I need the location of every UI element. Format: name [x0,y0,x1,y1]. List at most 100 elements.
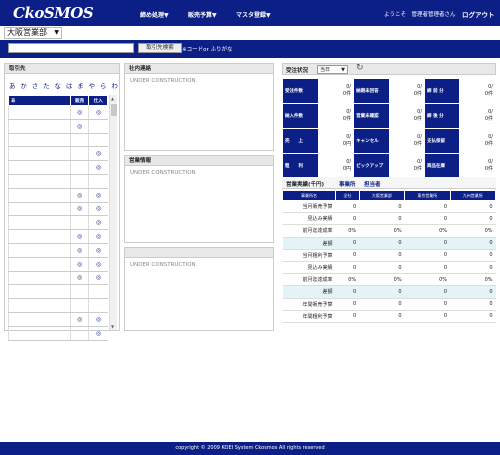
menu-sales-budget[interactable]: 販売予算▼ [188,10,217,19]
office-select[interactable]: 大阪営業部 ▼ [4,27,62,39]
client-row[interactable] [8,133,108,148]
sales-cell: 0 [404,298,451,311]
client-row[interactable]: ◎ ◎ [8,257,108,272]
order-stat-value[interactable]: 0/ 0件 [390,104,425,128]
kana-ta[interactable]: た [43,82,51,90]
kana-ya[interactable]: や [89,82,97,90]
client-search-button[interactable]: 取引先検索 [138,43,182,53]
client-buy-mark [88,119,108,134]
client-name[interactable] [8,188,71,203]
sales-cell: 0 [450,285,496,299]
scroll-down-icon[interactable]: ▼ [111,324,114,329]
period-select[interactable]: 当日 ▼ [317,65,348,74]
tab-sales-results[interactable]: 営業実績(千円) [286,180,324,188]
client-row[interactable]: ◎ ◎ [8,229,108,244]
sales-cell: 0 [359,261,405,275]
sales-cell: 0 [450,212,496,226]
client-name[interactable] [8,119,71,134]
client-name[interactable] [8,202,71,217]
kana-wa[interactable]: わ [111,82,119,90]
kana-na[interactable]: な [55,82,63,90]
order-stat-value[interactable]: 0/ 0件 [460,79,495,103]
client-name[interactable] [8,229,71,244]
kana-sa[interactable]: さ [32,82,40,90]
client-name[interactable] [8,215,71,231]
order-stat-label: 納期未回答 [354,79,389,103]
client-name[interactable] [8,146,71,162]
client-row[interactable] [8,284,108,300]
kana-ra[interactable]: ら [100,82,108,90]
order-stat-value[interactable]: 0/ 0件 [390,79,425,103]
order-stat-value[interactable]: 0/ 0件 [460,129,495,153]
client-row[interactable] [8,174,108,189]
logout-link[interactable]: ログアウト [462,9,495,19]
client-row[interactable] [8,298,108,313]
client-name[interactable] [8,284,71,300]
client-search-input[interactable] [8,43,134,53]
order-stat-value[interactable]: 0/ 0円 [319,154,354,178]
client-row[interactable]: ◎ [8,119,108,134]
clients-scrollbar[interactable]: ▲ ▼ [109,95,117,330]
sales-cell: 0% [450,273,496,287]
client-buy-mark: ◎ [88,105,108,120]
client-name[interactable] [8,271,71,286]
bottom-panel: UNDER CONSTRUCTION [124,247,274,331]
kana-ha[interactable]: は [66,82,74,90]
client-name[interactable] [8,298,71,313]
order-stat-value[interactable]: 0/ 0件 [390,154,425,178]
client-sell-mark [69,284,89,300]
client-buy-mark: ◎ [88,312,108,327]
menu-master-registration[interactable]: マスタ登録▼ [236,10,271,19]
refresh-icon[interactable]: ↻ [356,63,364,73]
client-name[interactable] [8,257,71,272]
kana-ma[interactable]: ま [77,82,85,90]
order-stat-value[interactable]: 0/ 0件 [319,79,354,103]
tab-staff[interactable]: 担当者 [364,180,381,188]
order-stat-value[interactable]: 0/ 0件 [460,154,495,178]
app-logo[interactable]: CkoSMOS [13,4,94,22]
order-stat-value[interactable]: 0/ 0円 [319,129,354,153]
sales-row: 当月販売予算 0 0 0 0 [282,200,496,214]
sales-row: 年間粗利予算 0 0 0 0 [282,310,496,323]
sales-cell: 0% [335,273,360,287]
client-name[interactable] [8,326,71,341]
order-stat-value[interactable]: 0/ 0件 [390,129,425,153]
client-row[interactable]: ◎ ◎ [8,202,108,217]
client-name[interactable] [8,133,71,148]
sales-cell: 0 [359,212,405,226]
client-row[interactable]: ◎ ◎ [8,188,108,203]
scroll-up-icon[interactable]: ▲ [111,96,114,101]
sales-cell: 0% [450,224,496,238]
client-row[interactable]: ◎ [8,160,108,175]
order-stat-value[interactable]: 0/ 0件 [319,104,354,128]
client-buy-mark [88,133,108,148]
client-row[interactable]: ◎ [8,326,108,341]
sales-cell: 0 [359,298,405,311]
order-stat-label: 締 後 分 [425,104,460,128]
order-stat-value[interactable]: 0/ 0件 [460,104,495,128]
client-row[interactable]: ◎ ◎ [8,243,108,258]
client-row[interactable]: ◎ ◎ [8,312,108,327]
order-stat-label: 受注件数 [283,79,318,103]
client-buy-mark [88,174,108,189]
kana-a[interactable]: あ [9,82,17,90]
menu-closing[interactable]: 締め処理▼ [140,10,169,19]
sales-row: 差額 0 0 0 0 [282,285,496,299]
client-name[interactable] [8,312,71,327]
tab-office[interactable]: 事業所 [339,180,356,188]
client-name[interactable] [8,105,71,120]
sales-row-label: 当月粗利予算 [282,249,336,262]
client-row[interactable]: ◎ ◎ [8,271,108,286]
client-name[interactable] [8,174,71,189]
client-row[interactable]: ◎ [8,146,108,162]
kana-ka[interactable]: か [20,82,28,90]
scroll-thumb[interactable] [111,104,117,116]
client-buy-mark: ◎ [88,160,108,175]
client-name[interactable] [8,243,71,258]
client-sell-mark [69,326,89,341]
bottom-panel-title [125,248,273,258]
client-row[interactable]: ◎ ◎ [8,105,108,120]
clients-col-name: あ [8,95,71,106]
client-row[interactable]: ◎ [8,215,108,231]
client-name[interactable] [8,160,71,175]
